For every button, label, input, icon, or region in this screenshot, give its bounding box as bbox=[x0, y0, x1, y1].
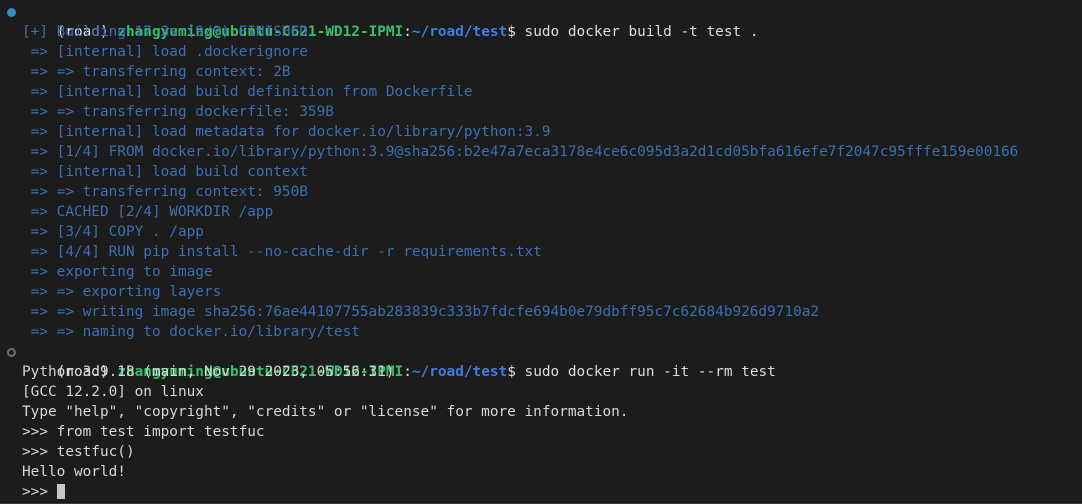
build-output-text: => [internal] load build definition from… bbox=[22, 84, 473, 100]
build-output-line: => [internal] load build context bbox=[0, 162, 1082, 182]
build-output-text: [+] Building 17.3s (9/9) FINISHED bbox=[22, 24, 308, 40]
build-output-text: => CACHED [2/4] WORKDIR /app bbox=[22, 204, 274, 220]
build-output-line: => => naming to docker.io/library/test bbox=[0, 322, 1082, 342]
python-prompt-symbol: >>> bbox=[22, 444, 57, 460]
build-output-line: => [internal] load .dockerignore bbox=[0, 42, 1082, 62]
python-banner-line: Type "help", "copyright", "credits" or "… bbox=[0, 402, 1082, 422]
run-marker-finished-icon bbox=[7, 8, 16, 17]
build-output-text: => exporting to image bbox=[22, 264, 213, 280]
build-output-line: => [3/4] COPY . /app bbox=[0, 222, 1082, 242]
python-prompt-symbol: >>> bbox=[22, 484, 57, 500]
python-banner-line: Python 3.9.18 (main, Nov 29 2023, 05:56:… bbox=[0, 362, 1082, 382]
build-output-text: => => naming to docker.io/library/test bbox=[22, 324, 360, 340]
build-output-line: [+] Building 17.3s (9/9) FINISHED bbox=[0, 22, 1082, 42]
build-output-line: => => transferring dockerfile: 359B bbox=[0, 102, 1082, 122]
terminal-window[interactable]: (road) zhangyuming@ubuntu-C621-WD12-IPMI… bbox=[0, 0, 1082, 504]
python-input-text: from test import testfuc bbox=[56, 424, 265, 440]
python-input-text: testfuc() bbox=[56, 444, 135, 460]
build-output-line: => exporting to image bbox=[0, 262, 1082, 282]
build-output-line: => => transferring context: 2B bbox=[0, 62, 1082, 82]
build-output-line: => => writing image sha256:76ae44107755a… bbox=[0, 302, 1082, 322]
python-output-text: Hello world! bbox=[22, 464, 126, 480]
python-banner-line: [GCC 12.2.0] on linux bbox=[0, 382, 1082, 402]
prompt-line-build: (road) zhangyuming@ubuntu-C621-WD12-IPMI… bbox=[0, 2, 1082, 40]
build-output-line: => => transferring context: 950B bbox=[0, 182, 1082, 202]
build-output-line: => [4/4] RUN pip install --no-cache-dir … bbox=[0, 242, 1082, 262]
build-output-text: => [1/4] FROM docker.io/library/python:3… bbox=[22, 144, 1019, 160]
build-output-text: => [3/4] COPY . /app bbox=[22, 224, 204, 240]
build-output-text: => [internal] load build context bbox=[22, 164, 308, 180]
build-output-text: => => transferring context: 2B bbox=[22, 64, 291, 80]
python-version-text: Python 3.9.18 (main, Nov 29 2023, 05:56:… bbox=[22, 364, 395, 380]
build-output-line: => [internal] load build definition from… bbox=[0, 82, 1082, 102]
python-input-line: >>> testfuc() bbox=[0, 442, 1082, 462]
build-output-line: => [1/4] FROM docker.io/library/python:3… bbox=[0, 142, 1082, 162]
build-output-text: => => transferring context: 950B bbox=[22, 184, 308, 200]
python-active-prompt-line[interactable]: >>> bbox=[0, 482, 1082, 502]
build-output-line: => => exporting layers bbox=[0, 282, 1082, 302]
build-output-text: => => transferring dockerfile: 359B bbox=[22, 104, 334, 120]
run-marker-running-icon bbox=[7, 348, 16, 357]
build-output-line: => CACHED [2/4] WORKDIR /app bbox=[0, 202, 1082, 222]
build-output-text: => => writing image sha256:76ae44107755a… bbox=[22, 304, 820, 320]
python-help-text: Type "help", "copyright", "credits" or "… bbox=[22, 404, 629, 420]
python-output-line: Hello world! bbox=[0, 462, 1082, 482]
python-input-line: >>> from test import testfuc bbox=[0, 422, 1082, 442]
python-prompt-symbol: >>> bbox=[22, 424, 57, 440]
prompt-line-run: (road) zhangyuming@ubuntu-C621-WD12-IPMI… bbox=[0, 342, 1082, 380]
build-output-line: => [internal] load metadata for docker.i… bbox=[0, 122, 1082, 142]
text-cursor bbox=[56, 484, 65, 499]
build-output-text: => [internal] load .dockerignore bbox=[22, 44, 308, 60]
build-output-text: => [internal] load metadata for docker.i… bbox=[22, 124, 551, 140]
build-output-text: => => exporting layers bbox=[22, 284, 222, 300]
python-compiler-text: [GCC 12.2.0] on linux bbox=[22, 384, 204, 400]
build-output-text: => [4/4] RUN pip install --no-cache-dir … bbox=[22, 244, 542, 260]
